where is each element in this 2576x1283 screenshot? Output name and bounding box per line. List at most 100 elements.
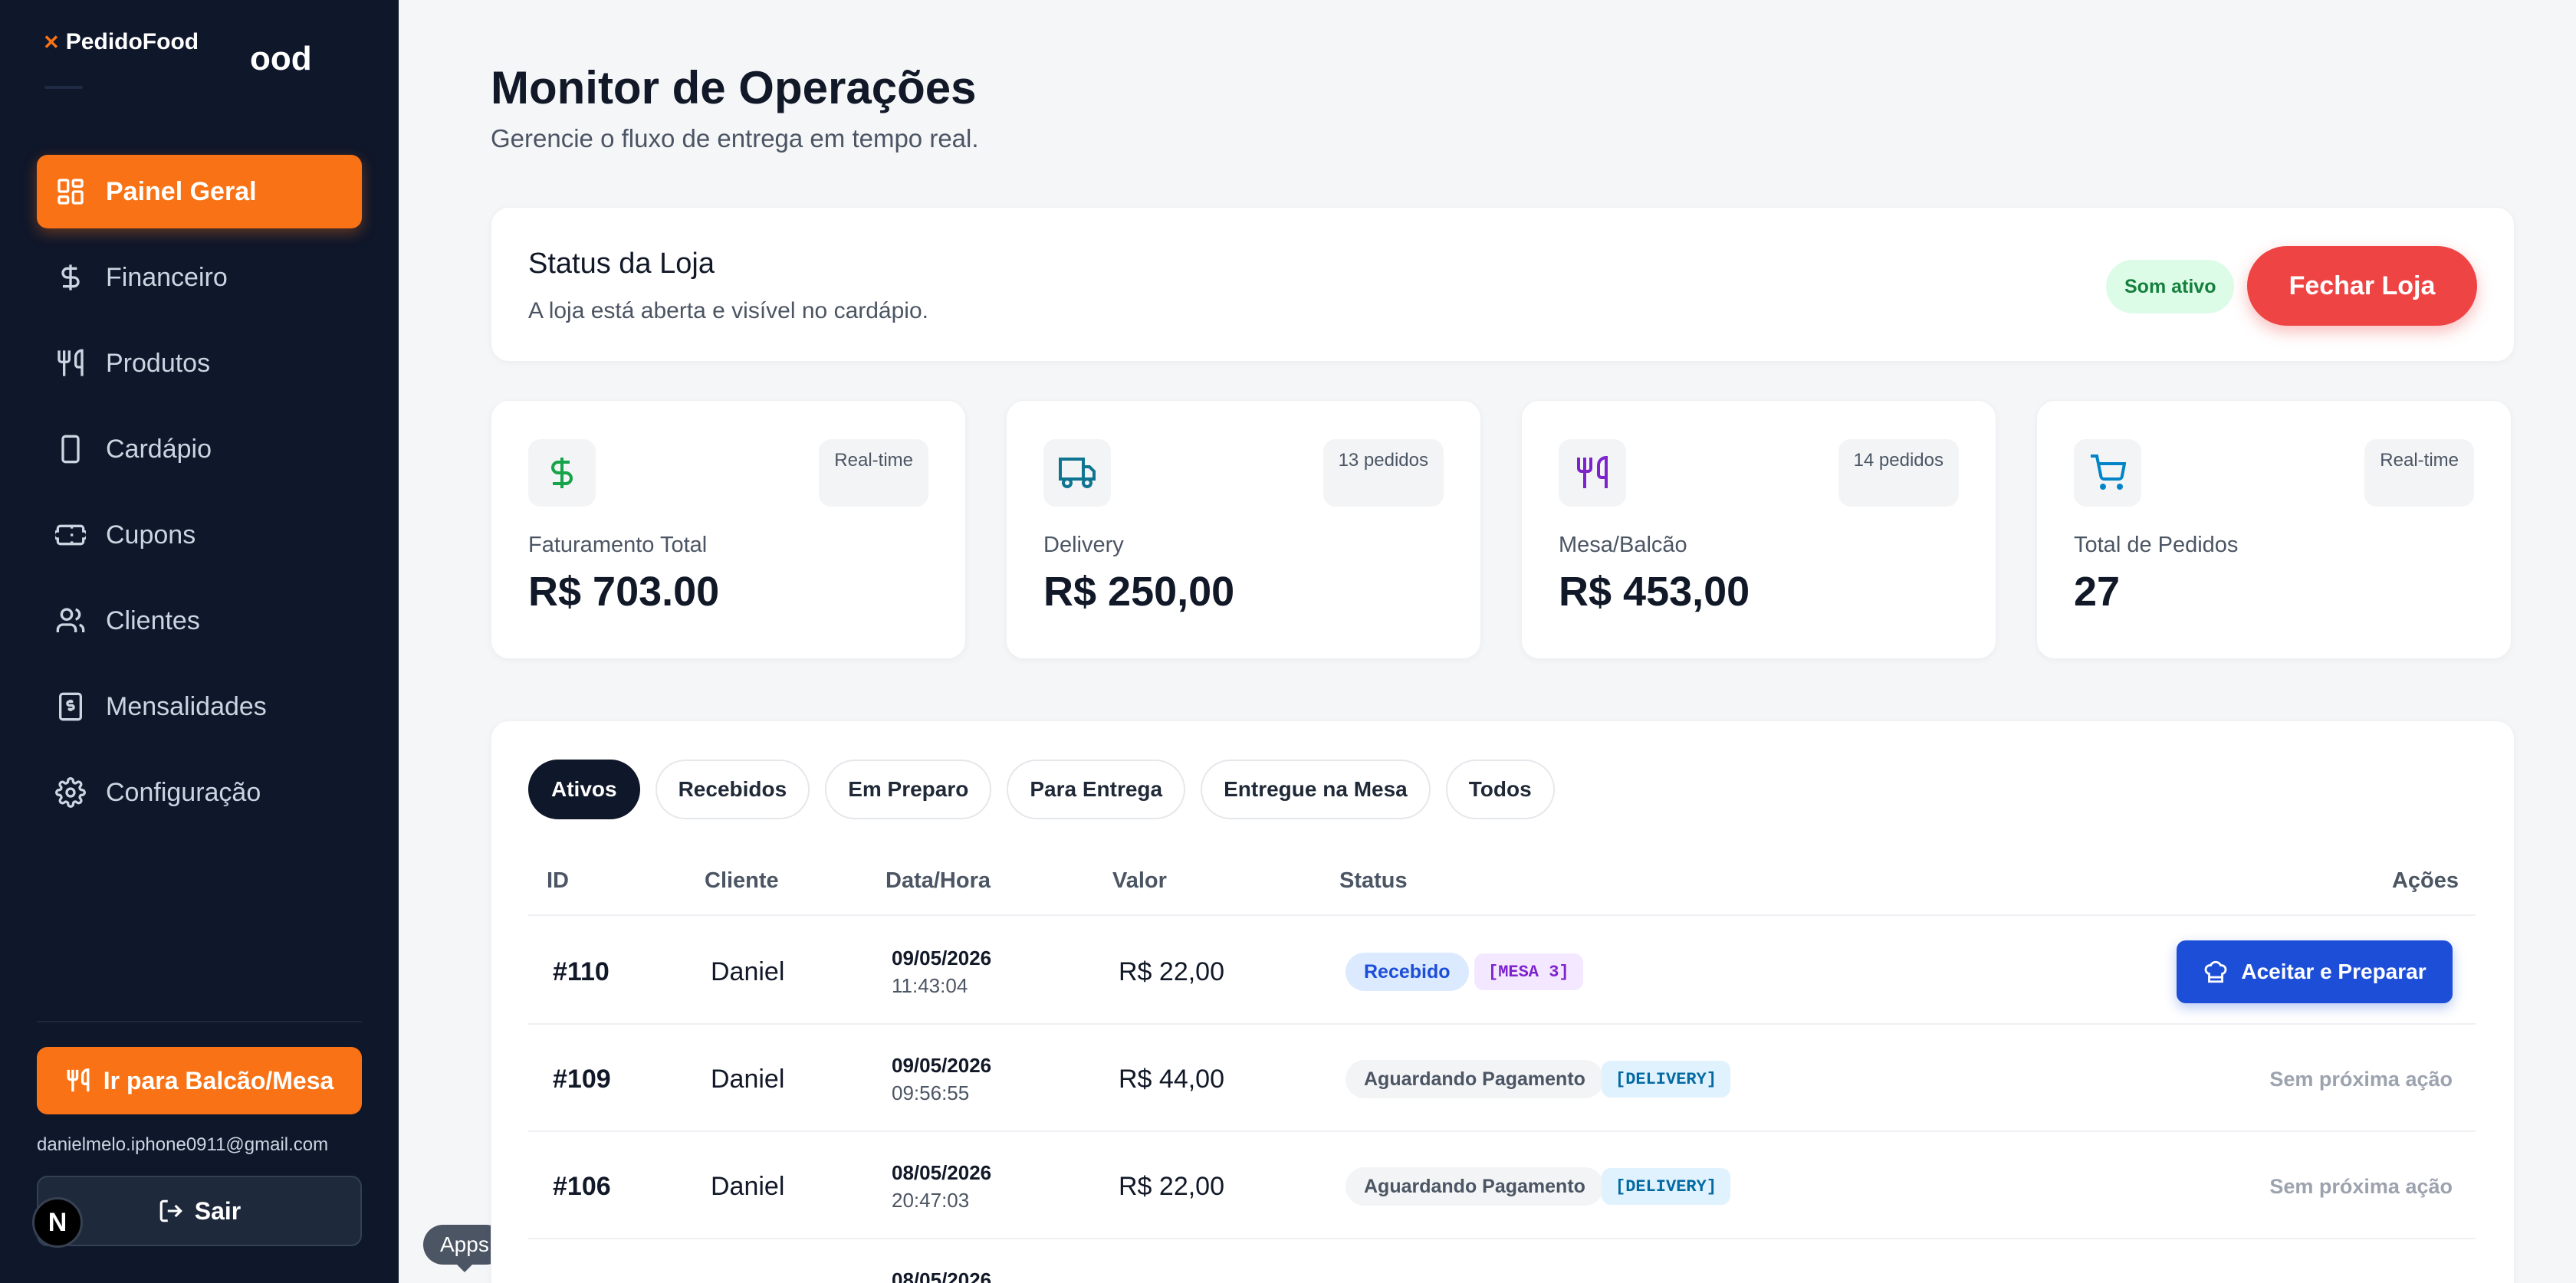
brand-echo-text: ood xyxy=(250,40,312,77)
status-badge: Aguardando Pagamento xyxy=(1346,1060,1604,1098)
stat-label: Faturamento Total xyxy=(528,533,708,557)
brand-underline xyxy=(44,86,83,89)
stat-icon-box xyxy=(2074,439,2141,507)
stat-label: Mesa/Balcão xyxy=(1559,533,1687,557)
order-value: R$ 44,00 xyxy=(1119,1065,1224,1094)
tab-para-entrega[interactable]: Para Entrega xyxy=(1007,760,1186,819)
brand-icon: ✕ xyxy=(43,30,60,54)
order-date: 09/05/2026 xyxy=(892,947,992,970)
column-header-acoes: Ações xyxy=(2391,868,2459,893)
utensils-icon xyxy=(67,1068,90,1092)
sidebar-item-label: Clientes xyxy=(106,605,200,635)
order-date: 08/05/2026 xyxy=(892,1268,992,1283)
sidebar-item-label: Financeiro xyxy=(106,262,228,292)
order-id: #109 xyxy=(553,1065,611,1094)
status-badge: Aguardando Pagamento xyxy=(1346,1167,1604,1206)
stat-badge: Real-time xyxy=(819,439,928,507)
order-value: R$ 22,00 xyxy=(1119,1172,1224,1201)
stat-card-delivery: 13 pedidos Delivery R$ 250,00 xyxy=(1006,400,1481,659)
order-time: 09:56:55 xyxy=(892,1081,970,1104)
column-header-status: Status xyxy=(1339,868,1408,893)
close-store-button[interactable]: Fechar Loja xyxy=(2247,246,2477,326)
order-id: #106 xyxy=(553,1172,611,1201)
sidebar-item-cupons[interactable]: Cupons xyxy=(37,498,362,572)
page-subtitle: Gerencie o fluxo de entrega em tempo rea… xyxy=(491,124,979,153)
stat-badge: 14 pedidos xyxy=(1838,439,1959,507)
stat-value: R$ 703.00 xyxy=(528,569,720,615)
sidebar-item-painel-geral[interactable]: Painel Geral xyxy=(37,155,362,228)
logout-label: Sair xyxy=(194,1196,242,1225)
tab-entregue-na-mesa[interactable]: Entregue na Mesa xyxy=(1201,760,1431,819)
sound-status-badge[interactable]: Som ativo xyxy=(2106,260,2235,313)
order-type-tag: [MESA 3] xyxy=(1474,953,1583,990)
order-client: Daniel xyxy=(711,1065,785,1094)
no-action-text: Sem próxima ação xyxy=(2269,1175,2453,1198)
orders-card: Ativos Recebidos Em Preparo Para Entrega… xyxy=(491,720,2515,1283)
utensils-icon xyxy=(58,349,84,376)
ticket-icon xyxy=(55,524,86,546)
stat-value: R$ 250,00 xyxy=(1043,569,1235,615)
stat-badge: 13 pedidos xyxy=(1322,439,1444,507)
brand-logo[interactable]: ✕ PedidoFood xyxy=(43,29,199,55)
column-header-cliente: Cliente xyxy=(705,868,779,893)
users-icon xyxy=(56,608,85,632)
receipt-icon xyxy=(59,692,82,721)
dollar-icon xyxy=(61,264,80,290)
order-type-tag: [DELIVERY] xyxy=(1602,1168,1731,1205)
table-row: #106 Daniel 08/05/2026 20:47:03 R$ 22,00… xyxy=(528,1132,2476,1239)
accept-prepare-button[interactable]: Aceitar e Preparar xyxy=(2177,940,2453,1003)
order-time: 11:43:04 xyxy=(892,974,968,997)
sidebar-item-produtos[interactable]: Produtos xyxy=(37,326,362,400)
sidebar-item-configuracao[interactable]: Configuração xyxy=(37,756,362,829)
phone-icon xyxy=(61,435,80,464)
sidebar-item-label: Produtos xyxy=(106,348,211,378)
order-value: R$ 22,00 xyxy=(1119,957,1224,986)
column-header-data-hora: Data/Hora xyxy=(886,868,991,893)
order-type-tag: [DELIVERY] xyxy=(1602,1061,1731,1098)
logout-icon xyxy=(159,1199,182,1222)
stat-value: R$ 453,00 xyxy=(1559,569,1750,615)
user-email: danielmelo.iphone0911@gmail.com xyxy=(37,1134,329,1155)
sidebar-item-mensalidades[interactable]: Mensalidades xyxy=(37,670,362,743)
stat-icon-box xyxy=(528,439,596,507)
accept-prepare-label: Aceitar e Preparar xyxy=(2241,960,2426,983)
tab-recebidos[interactable]: Recebidos xyxy=(655,760,810,819)
dashboard-icon xyxy=(58,179,84,205)
gear-icon xyxy=(55,777,86,808)
order-date: 08/05/2026 xyxy=(892,1161,992,1184)
sidebar-item-label: Mensalidades xyxy=(106,691,267,721)
sidebar-item-label: Cupons xyxy=(106,520,196,550)
n-badge-icon[interactable]: N xyxy=(32,1197,83,1248)
store-status-card: Status da Loja A loja está aberta e visí… xyxy=(491,207,2515,362)
stat-label: Delivery xyxy=(1043,533,1124,557)
stat-badge: Real-time xyxy=(2364,439,2474,507)
no-action-text: Sem próxima ação xyxy=(2269,1068,2453,1091)
balcao-mesa-label: Ir para Balcão/Mesa xyxy=(103,1066,334,1094)
stat-card-mesa-balcao: 14 pedidos Mesa/Balcão R$ 453,00 xyxy=(1521,400,1996,659)
tab-ativos[interactable]: Ativos xyxy=(528,760,640,819)
sidebar-item-cardapio[interactable]: Cardápio xyxy=(37,412,362,486)
order-client: Daniel xyxy=(711,1172,785,1201)
sidebar-item-label: Cardápio xyxy=(106,434,212,464)
sidebar-nav: Painel Geral Financeiro Produtos Cardápi… xyxy=(37,155,362,842)
cart-icon xyxy=(2091,454,2126,490)
table-row: #110 Daniel 09/05/2026 11:43:04 R$ 22,00… xyxy=(528,917,2476,1025)
balcao-mesa-button[interactable]: Ir para Balcão/Mesa xyxy=(37,1047,362,1114)
tab-em-preparo[interactable]: Em Preparo xyxy=(825,760,992,819)
sidebar-item-label: Painel Geral xyxy=(106,176,257,206)
stat-card-faturamento: Real-time Faturamento Total R$ 703.00 xyxy=(491,400,966,659)
stat-card-total-pedidos: Real-time Total de Pedidos 27 xyxy=(2036,400,2512,659)
sidebar-item-clientes[interactable]: Clientes xyxy=(37,584,362,658)
brand-name: PedidoFood xyxy=(65,29,199,54)
column-header-id: ID xyxy=(547,868,569,893)
order-id: #110 xyxy=(553,957,610,986)
column-header-valor: Valor xyxy=(1112,868,1167,893)
store-status-description: A loja está aberta e visível no cardápio… xyxy=(528,298,928,323)
table-row: 08/05/2026 xyxy=(528,1239,2476,1283)
order-date: 09/05/2026 xyxy=(892,1054,992,1077)
stat-value: 27 xyxy=(2074,569,2121,615)
table-header-divider xyxy=(528,914,2476,916)
tab-todos[interactable]: Todos xyxy=(1445,760,1555,819)
logout-button[interactable]: Sair xyxy=(37,1176,362,1246)
sidebar-item-financeiro[interactable]: Financeiro xyxy=(37,241,362,314)
